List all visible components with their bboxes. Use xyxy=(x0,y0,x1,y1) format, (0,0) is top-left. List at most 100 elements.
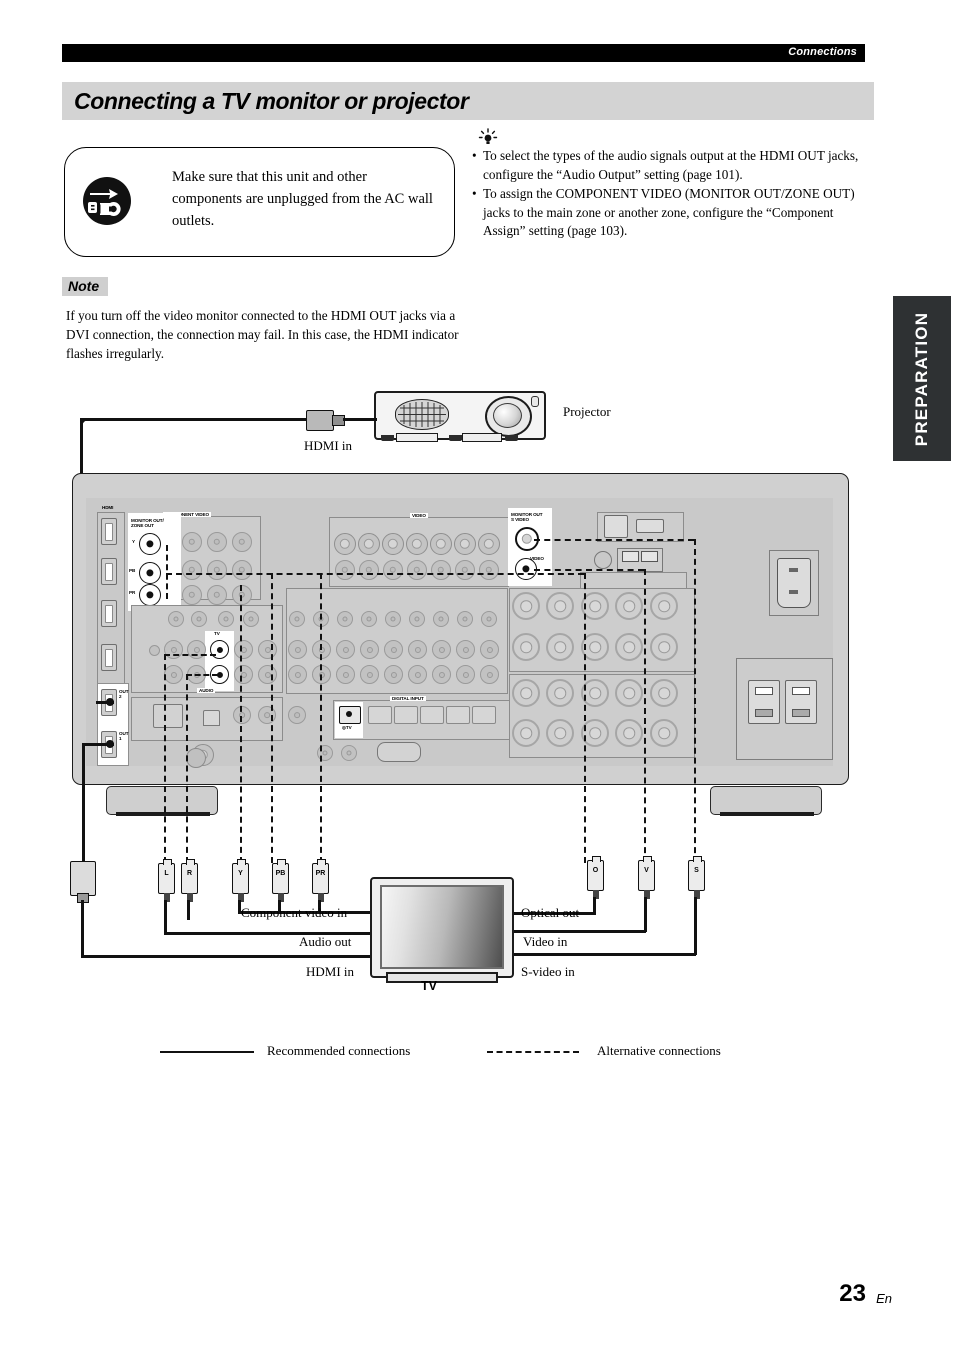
panel-jack xyxy=(456,640,475,659)
panel-jack xyxy=(191,611,207,627)
component-dash-route xyxy=(166,573,584,575)
component-pb-jack xyxy=(139,562,161,584)
optical-jack xyxy=(368,706,392,724)
plug-stem xyxy=(237,893,244,902)
s-video-input-jack xyxy=(382,533,404,555)
panel-jack xyxy=(341,745,357,761)
panel-jack xyxy=(456,665,475,684)
hdmi-out2-label: OUT 2 xyxy=(119,689,129,700)
audio-right-wire xyxy=(187,900,190,920)
ac-inlet xyxy=(769,550,819,616)
audio-jack-section xyxy=(131,605,283,693)
ac-outlet-section xyxy=(736,658,833,760)
speaker-terminal xyxy=(581,679,609,707)
hdmi-out2-wire xyxy=(96,701,114,704)
digital-input-section xyxy=(333,700,510,740)
plug-stem xyxy=(186,893,193,902)
panel-jack xyxy=(409,611,425,627)
speaker-terminal xyxy=(581,719,609,747)
plug-tip xyxy=(277,859,286,865)
plug-stem xyxy=(592,890,599,899)
panel-screw-icon xyxy=(149,645,160,656)
comp-y-label: Y xyxy=(132,539,135,544)
ac-inlet-pin xyxy=(789,568,798,572)
panel-jack xyxy=(432,640,451,659)
plug-tip xyxy=(237,859,246,865)
tv-hdmi-plug-neck xyxy=(77,893,89,903)
svideo-wire-to-tv xyxy=(509,953,696,956)
monitor-out-video-group xyxy=(508,508,552,586)
hdmi-section-label: HDMI xyxy=(101,505,115,511)
panel-jack xyxy=(457,611,473,627)
page-title: Connecting a TV monitor or projector xyxy=(74,88,469,114)
plug-tip xyxy=(693,856,702,862)
audio-left-plug: L xyxy=(158,859,175,902)
panel-jack xyxy=(336,640,355,659)
page-language: En xyxy=(876,1291,892,1306)
tv-port-label-hdmi: HDMI in xyxy=(306,964,355,979)
panel-jack xyxy=(234,640,253,659)
component-dash-route xyxy=(584,573,586,863)
component-input-jack xyxy=(182,532,202,552)
plug-stem xyxy=(277,893,284,902)
projector-foot xyxy=(381,435,394,441)
rs232c-port xyxy=(377,742,421,762)
speaker-terminal-section xyxy=(509,674,695,758)
panel-jack xyxy=(337,611,353,627)
receiver-foot-shadow xyxy=(116,812,210,816)
network-section xyxy=(597,512,684,542)
panel-jack xyxy=(288,706,306,724)
video-wire-to-tv xyxy=(509,930,646,933)
component-input-jack xyxy=(207,532,227,552)
component-input-jack xyxy=(232,532,252,552)
optical-wire-to-tv xyxy=(509,912,596,915)
s-video-input-jack xyxy=(358,533,380,555)
panel-jack xyxy=(258,640,277,659)
note-label: Note xyxy=(62,277,109,296)
svideo-dash-route xyxy=(694,539,696,863)
projector-port-label: HDMI in xyxy=(304,438,353,453)
tv-stand xyxy=(386,972,498,983)
panel-jack xyxy=(168,611,184,627)
comp-pr-label: PR xyxy=(129,590,136,595)
panel-jack xyxy=(187,665,206,684)
optical-jack xyxy=(472,706,496,724)
speaker-terminal xyxy=(615,679,643,707)
ac-outlet xyxy=(785,680,817,724)
projector-hdmi-plug-neck xyxy=(332,415,345,426)
projector-hdmi-wire-down xyxy=(80,418,83,702)
component-dash-route xyxy=(320,573,322,863)
ac-outlet-slot xyxy=(755,687,773,695)
panel-jack xyxy=(289,611,305,627)
s-video-input-jack xyxy=(406,533,428,555)
plug-label: PR xyxy=(315,870,326,877)
speaker-terminal xyxy=(512,633,540,661)
antenna-terminal-screw xyxy=(622,551,639,562)
projector-foot xyxy=(449,435,462,441)
panel-jack xyxy=(433,611,449,627)
composite-video-jack xyxy=(407,560,427,580)
component-video-section xyxy=(131,516,261,600)
speaker-terminal xyxy=(512,592,540,620)
hdmi-input-port xyxy=(101,518,117,545)
av-receiver-chassis xyxy=(72,473,849,785)
component-dash-route xyxy=(271,573,273,863)
hdmi-out2-label-line2: 2 xyxy=(119,694,122,700)
projector-base-plate xyxy=(396,433,438,442)
unplug-power-icon xyxy=(82,176,132,226)
plug-tip xyxy=(592,856,601,862)
monitor-out-zone-out-label: MONITOR OUT/ZONE OUT xyxy=(131,518,164,529)
hdmi-out1-label-line1: OUT xyxy=(119,731,129,736)
video-dash-route xyxy=(534,569,644,571)
section-title-bar: Connecting a TV monitor or projector xyxy=(62,82,874,120)
projector-hdmi-wire-h xyxy=(343,418,377,421)
ac-outlet-slot xyxy=(792,687,810,695)
hdmi-out1-port xyxy=(101,731,117,758)
hdmi-input-port xyxy=(101,600,117,627)
note-text: If you turn off the video monitor connec… xyxy=(66,308,459,362)
speaker-terminal xyxy=(650,719,678,747)
svideo-dash-route xyxy=(534,539,694,541)
component-y-jack xyxy=(139,533,161,555)
video-plug: V xyxy=(638,856,655,899)
panel-jack xyxy=(164,640,183,659)
